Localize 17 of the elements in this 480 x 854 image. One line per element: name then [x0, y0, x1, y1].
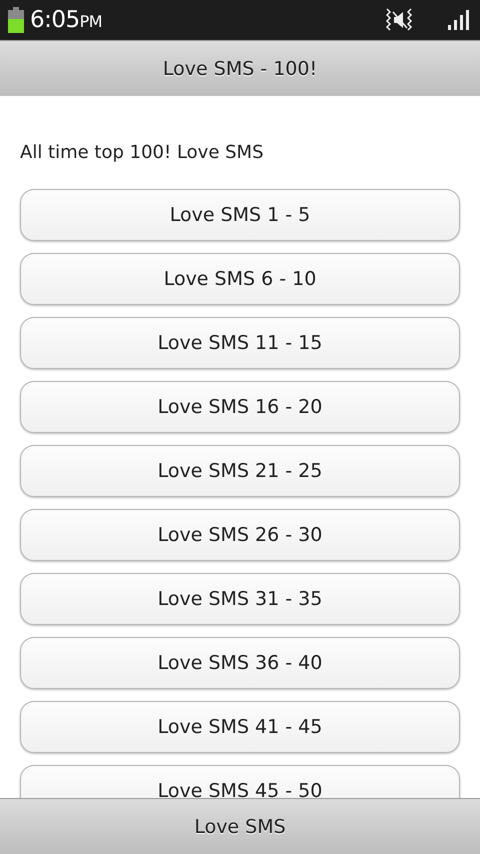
intro-text: All time top 100! Love SMS [20, 142, 264, 163]
clock-time: 6:05PM [30, 7, 102, 33]
list-button[interactable]: Love SMS 6 - 10 [20, 253, 460, 305]
list-button[interactable]: Love SMS 36 - 40 [20, 637, 460, 689]
list-button[interactable]: Love SMS 16 - 20 [20, 381, 460, 433]
list-button[interactable]: Love SMS 41 - 45 [20, 701, 460, 753]
list-button[interactable]: Love SMS 11 - 15 [20, 317, 460, 369]
list-button[interactable]: Love SMS 31 - 35 [20, 573, 460, 625]
screen-title: Love SMS - 100! [162, 58, 318, 80]
list-button[interactable]: Love SMS 1 - 5 [20, 189, 460, 241]
battery-icon [8, 7, 24, 33]
app-name: Love SMS [194, 816, 286, 838]
muted-vibrate-icon [384, 7, 414, 33]
list-button[interactable]: Love SMS 21 - 25 [20, 445, 460, 497]
list-button[interactable]: Love SMS 26 - 30 [20, 509, 460, 561]
signal-icon [448, 10, 470, 30]
list-button[interactable]: Love SMS 45 - 50 [20, 765, 460, 798]
